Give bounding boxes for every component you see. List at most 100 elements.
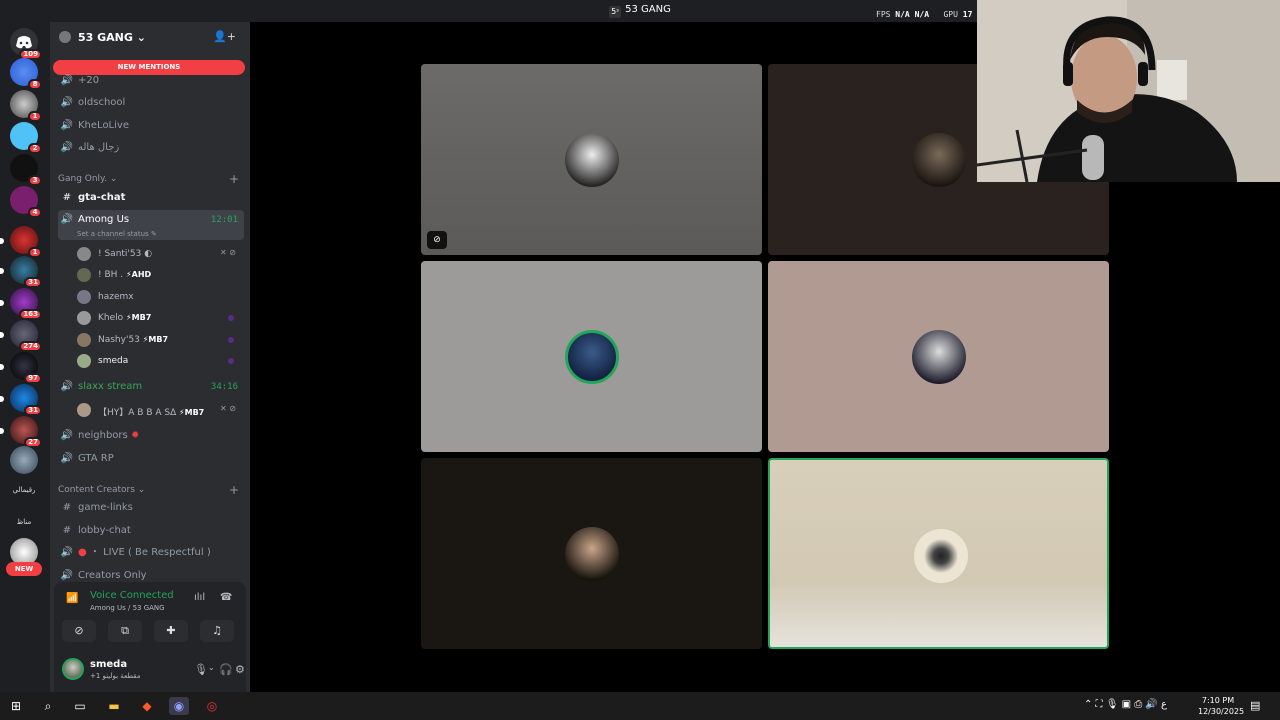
headphones-icon[interactable]: 🎧 [219, 663, 233, 676]
noise-suppression-icon[interactable]: ılıl [194, 592, 205, 603]
obs-app-icon[interactable]: ◎ [202, 697, 222, 715]
avatar [77, 290, 91, 304]
server-icon[interactable] [10, 446, 38, 474]
server-icon[interactable]: 274 [0, 320, 42, 352]
camera-off-button[interactable]: ⊘ [62, 620, 96, 642]
participant-tile[interactable]: ⊘ [421, 64, 762, 255]
task-view-icon[interactable]: ▭ [70, 697, 90, 715]
activities-icon: ✚ [166, 624, 176, 637]
category-content-creators[interactable]: Content Creators ⌄ + [58, 483, 239, 497]
server-icon[interactable]: 97 [0, 352, 42, 384]
voice-user[interactable]: Khelo ⚡MB7 [77, 308, 242, 328]
server-icon[interactable]: 163 [0, 288, 42, 320]
avatar [77, 311, 91, 325]
server-header[interactable]: 53 GANG ⌄ 👤+ [50, 22, 250, 52]
microphone-icon[interactable]: 🎙 [194, 663, 208, 676]
add-member-icon[interactable]: 👤+ [213, 30, 236, 43]
voice-user[interactable]: hazemx [77, 287, 242, 307]
avatar [914, 529, 968, 583]
voice-user[interactable]: ! Santi'53 ◐ ✕ ⊘ [77, 244, 242, 264]
participant-tile[interactable] [421, 261, 762, 452]
file-explorer-icon[interactable]: ▬ [104, 697, 124, 715]
category-gang-only[interactable]: Gang Only. ⌄ + [58, 172, 239, 186]
server-name: 53 GANG ⌄ [78, 31, 146, 44]
direct-messages-button[interactable]: 109 [10, 28, 42, 60]
discord-app-icon[interactable]: ◉ [169, 697, 189, 715]
speaker-icon: 🔊 [60, 453, 74, 464]
voice-user[interactable]: ! BH . ⚡AHD [77, 265, 242, 285]
voice-channel[interactable]: 🔊 KheLoLive [58, 116, 244, 136]
username[interactable]: smeda [90, 659, 127, 670]
webcam-overlay [977, 0, 1280, 182]
server-icon[interactable]: 31 [0, 256, 42, 288]
server-text-icon[interactable]: مناظ [4, 518, 44, 526]
voice-channel-slaxx-stream[interactable]: 🔊 slaxx stream 34:16 [58, 377, 244, 397]
voice-channel[interactable]: 🔊 +20 [58, 71, 244, 91]
voice-location[interactable]: Among Us / 53 GANG [90, 604, 165, 612]
server-icon[interactable]: 4 [10, 186, 42, 218]
camera-off-icon: ⊘ [427, 231, 447, 249]
settings-gear-icon[interactable]: ⚙ [235, 663, 245, 676]
create-channel-icon[interactable]: + [229, 172, 239, 186]
activities-button[interactable]: ✚ [154, 620, 188, 642]
server-icon[interactable]: 2 [10, 122, 42, 154]
voice-duration: 34:16 [210, 382, 238, 392]
speaker-icon: 🔊 [60, 75, 74, 86]
windows-start-icon[interactable]: ⊞ [6, 697, 26, 715]
create-channel-icon[interactable]: + [229, 483, 239, 497]
voice-channel[interactable]: 🔊 oldschool [58, 93, 244, 113]
participant-tile[interactable] [421, 458, 762, 649]
avatar [912, 133, 966, 187]
server-icon[interactable]: 3 [10, 154, 42, 186]
participant-tile[interactable] [768, 261, 1109, 452]
speaker-icon: 🔊 [60, 120, 74, 131]
new-unreads-pill[interactable]: NEW [6, 562, 42, 576]
share-screen-button[interactable]: ⧉ [108, 620, 142, 642]
windows-taskbar: ⊞ ⌕ ▭ ▬ ◆ ◉ ◎ ⌃ ⛶ 🎙 ▣ ⎙ 🔊 ع 7:10 PM 12/30… [0, 692, 1280, 720]
text-channel[interactable]: # lobby-chat [58, 521, 244, 541]
server-icon[interactable]: 27 [0, 416, 42, 448]
avatar[interactable] [62, 658, 84, 680]
disconnect-icon[interactable]: ☎ [220, 592, 232, 603]
avatar [912, 330, 966, 384]
server-icon[interactable]: 31 [0, 384, 42, 416]
server-text-icon[interactable]: رقيمالي [4, 486, 44, 494]
channel-sidebar: 53 GANG ⌄ 👤+ NEW MENTIONS 🔊 +20 🔊 oldschoo… [50, 22, 250, 692]
avatar [565, 133, 619, 187]
activity-icon [228, 337, 234, 343]
system-clock[interactable]: 7:10 PM 12/30/2025 [1198, 695, 1244, 717]
speaker-active-icon: 🔊 [60, 214, 74, 225]
server-icon[interactable]: 8 [10, 58, 42, 90]
system-tray[interactable]: ⌃ ⛶ 🎙 ▣ ⎙ 🔊 ع [1084, 699, 1167, 710]
voice-channel[interactable]: 🔊 ● ・ LIVE ( Be Respectful ) [58, 543, 244, 563]
search-icon[interactable]: ⌕ [38, 697, 58, 715]
voice-connected-label[interactable]: Voice Connected [90, 590, 174, 601]
chevron-down-icon[interactable]: ⌄ [208, 663, 215, 672]
server-icon: 5ˢ [609, 6, 622, 18]
participant-tile-speaking[interactable] [768, 458, 1109, 649]
server-icon[interactable]: 1 [0, 226, 42, 258]
soundboard-button[interactable]: ♫ [200, 620, 234, 642]
mute-deafen-icon: ✕ ⊘ [220, 248, 236, 257]
voice-channel[interactable]: 🔊 زجال هاله [58, 138, 244, 158]
speaker-icon: 🔊 [60, 97, 74, 108]
voice-user[interactable]: Nashy'53 ⚡MB7 [77, 330, 242, 350]
text-channel[interactable]: # game-links [58, 498, 244, 518]
server-rail: 109 8 1 2 3 4 1 31 163 274 97 31 27 رقيم… [0, 22, 50, 692]
text-channel-gta-chat[interactable]: # gta-chat [58, 188, 244, 208]
voice-channel[interactable]: 🔊 neighbors ✹ [58, 426, 244, 446]
voice-user[interactable]: 【HY】A B B A S∆ ⚡MB7 ✕ ⊘ [77, 400, 242, 420]
hashtag-icon: # [62, 525, 72, 536]
brave-browser-icon[interactable]: ◆ [137, 697, 157, 715]
voice-channel[interactable]: 🔊 GTA RP [58, 449, 244, 469]
avatar [565, 330, 619, 384]
server-icon[interactable]: 1 [10, 90, 42, 122]
voice-user-self[interactable]: smeda [77, 351, 242, 371]
avatar [77, 333, 91, 347]
avatar [77, 247, 91, 261]
activity-icon [228, 315, 234, 321]
notification-icon[interactable]: ▤ [1250, 699, 1260, 712]
channel-status-hint[interactable]: Set a channel status ✎ [77, 230, 157, 238]
signal-icon[interactable]: 📶 [66, 593, 78, 604]
speaker-active-icon: 🔊 [60, 381, 74, 392]
